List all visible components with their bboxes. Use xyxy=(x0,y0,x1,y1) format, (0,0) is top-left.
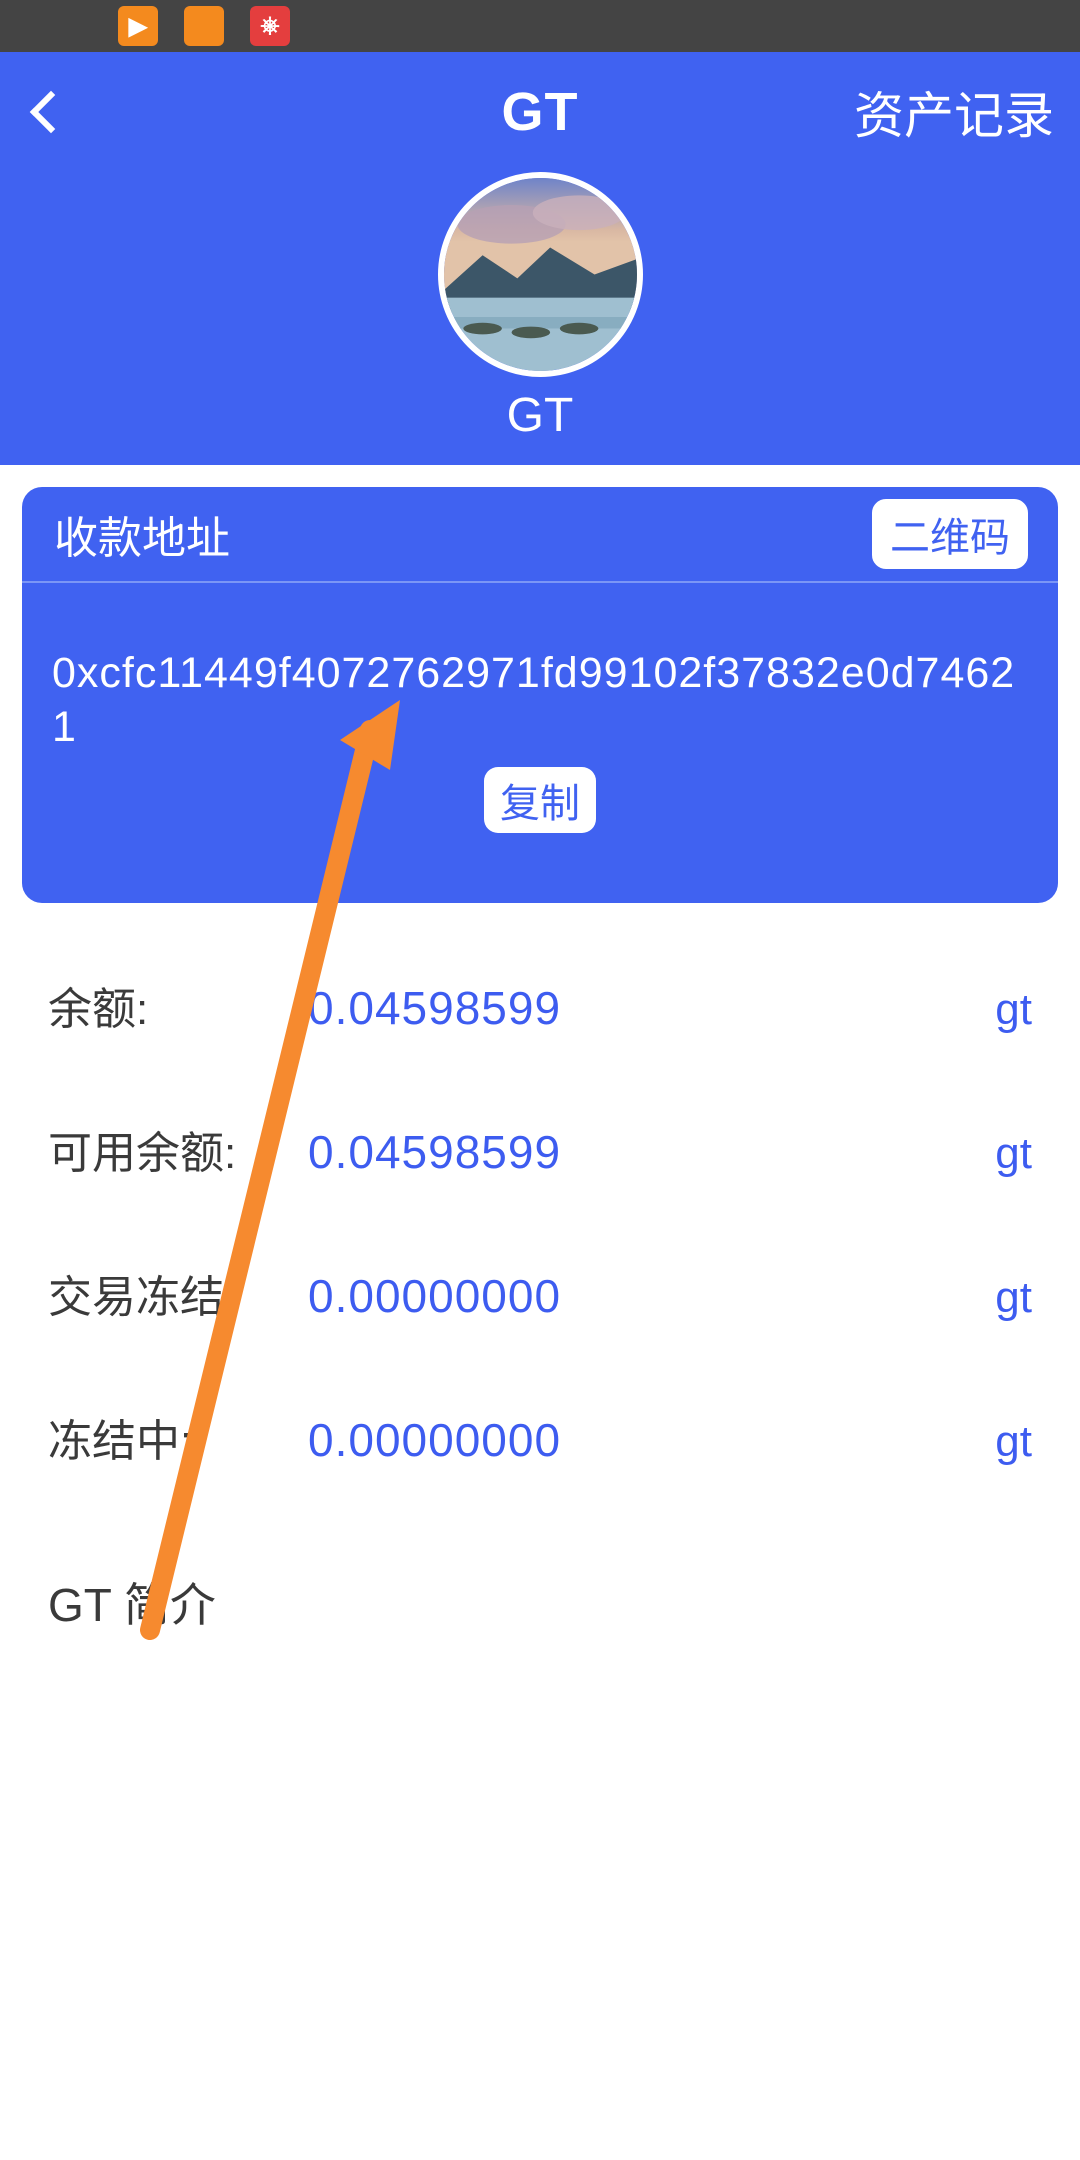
token-avatar xyxy=(438,172,643,377)
address-card-header: 收款地址 二维码 xyxy=(22,487,1058,583)
balance-row-trade-frozen: 交易冻结: 0.00000000 gt xyxy=(48,1261,1032,1325)
asset-records-button[interactable]: 资产记录 xyxy=(854,76,1054,148)
balance-value: 0.04598599 xyxy=(298,981,995,1035)
token-symbol: GT xyxy=(0,388,1080,443)
address-card-body: 0xcfc11449f4072762971fd99102f37832e0d746… xyxy=(22,583,1058,833)
token-hero: GT xyxy=(0,172,1080,465)
balance-value: 0.00000000 xyxy=(298,1269,995,1323)
address-section: 收款地址 二维码 0xcfc11449f4072762971fd99102f37… xyxy=(0,465,1080,903)
balances-list: 余额: 0.04598599 gt 可用余额: 0.04598599 gt 交易… xyxy=(0,903,1080,1469)
avatar-image xyxy=(444,178,637,371)
balance-label: 余额: xyxy=(48,973,298,1037)
balance-unit: gt xyxy=(995,1273,1032,1323)
intro-title: GT 简介 xyxy=(48,1569,1032,1635)
wallet-address: 0xcfc11449f4072762971fd99102f37832e0d746… xyxy=(52,647,1028,755)
balance-label: 冻结中: xyxy=(48,1405,298,1469)
status-icon-app-b xyxy=(184,6,224,46)
copy-button[interactable]: 复制 xyxy=(484,767,596,833)
balance-label: 交易冻结: xyxy=(48,1261,298,1325)
balance-value: 0.00000000 xyxy=(298,1413,995,1467)
balance-unit: gt xyxy=(995,985,1032,1035)
balance-unit: gt xyxy=(995,1129,1032,1179)
balance-row-available: 可用余额: 0.04598599 gt xyxy=(48,1117,1032,1181)
balance-unit: gt xyxy=(995,1417,1032,1467)
status-icon-app-c: ⎈ xyxy=(250,6,290,46)
status-bar: ▶ ⎈ xyxy=(0,0,1080,52)
back-button[interactable] xyxy=(36,97,66,127)
status-icon-app-a: ▶ xyxy=(118,6,158,46)
balance-value: 0.04598599 xyxy=(298,1125,995,1179)
balance-label: 可用余额: xyxy=(48,1117,298,1181)
chevron-left-icon xyxy=(30,91,72,133)
balance-row-balance: 余额: 0.04598599 gt xyxy=(48,973,1032,1037)
address-card-title: 收款地址 xyxy=(54,502,872,566)
address-card: 收款地址 二维码 0xcfc11449f4072762971fd99102f37… xyxy=(22,487,1058,903)
page-header: GT 资产记录 xyxy=(0,52,1080,172)
qr-code-button[interactable]: 二维码 xyxy=(872,499,1028,569)
intro-section: GT 简介 xyxy=(0,1549,1080,1635)
balance-row-freezing: 冻结中: 0.00000000 gt xyxy=(48,1405,1032,1469)
